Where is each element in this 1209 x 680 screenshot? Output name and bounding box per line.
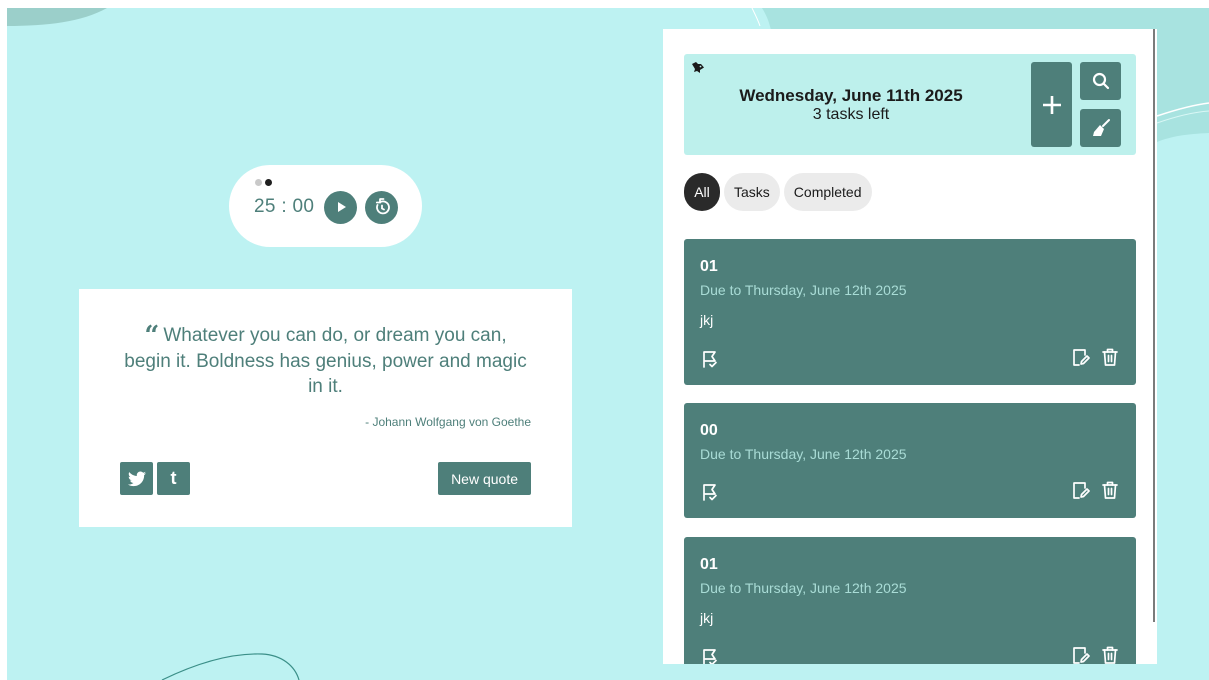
new-quote-button[interactable]: New quote xyxy=(438,462,531,495)
fish-icon xyxy=(692,62,704,73)
tasks-left-count: 3 tasks left xyxy=(812,106,890,123)
todo-header: Wednesday, June 11th 2025 3 tasks left xyxy=(684,54,1136,155)
quote-text: Whatever you can do, or dream you can, b… xyxy=(124,325,527,397)
app-background: 25 : 00 “Whatever you can do, or dream y… xyxy=(7,8,1209,680)
filter-tabs: All Tasks Completed xyxy=(684,173,872,211)
task-due-date: Due to Thursday, June 12th 2025 xyxy=(700,282,907,298)
session-dots xyxy=(255,179,272,186)
task-due-date: Due to Thursday, June 12th 2025 xyxy=(700,446,907,462)
trash-icon[interactable] xyxy=(1100,347,1120,367)
task-description: jkj xyxy=(700,610,714,626)
tumblr-button[interactable]: t xyxy=(157,462,190,495)
quote-block: “Whatever you can do, or dream you can, … xyxy=(119,323,532,399)
plus-icon xyxy=(1042,95,1061,114)
current-date: Wednesday, June 11th 2025 xyxy=(739,86,963,105)
search-button[interactable] xyxy=(1080,62,1121,100)
tweet-button[interactable] xyxy=(120,462,153,495)
play-icon xyxy=(337,202,346,212)
task-due-date: Due to Thursday, June 12th 2025 xyxy=(700,580,907,596)
flag-check-icon[interactable] xyxy=(700,647,720,664)
reset-timer-icon xyxy=(375,198,390,215)
task-description: jkj xyxy=(700,312,714,328)
quote-mark-icon: “ xyxy=(144,321,160,351)
task-card: 01 Due to Thursday, June 12th 2025 jkj xyxy=(684,537,1136,664)
trash-icon[interactable] xyxy=(1100,645,1120,664)
flag-check-icon[interactable] xyxy=(700,349,720,369)
edit-icon[interactable] xyxy=(1070,347,1090,367)
task-card: 00 Due to Thursday, June 12th 2025 xyxy=(684,403,1136,518)
pomodoro-timer: 25 : 00 xyxy=(229,165,422,247)
trash-icon[interactable] xyxy=(1100,480,1120,500)
tumblr-icon: t xyxy=(170,468,177,488)
twitter-icon xyxy=(127,471,146,486)
search-icon xyxy=(1092,72,1109,90)
reset-timer-button[interactable] xyxy=(365,190,399,224)
flag-check-icon[interactable] xyxy=(700,482,720,502)
filter-all[interactable]: All xyxy=(684,173,720,211)
add-task-button[interactable] xyxy=(1031,62,1072,147)
timer-display: 25 : 00 xyxy=(254,196,315,217)
filter-completed[interactable]: Completed xyxy=(783,173,872,211)
filter-tasks[interactable]: Tasks xyxy=(724,173,780,211)
edit-icon[interactable] xyxy=(1070,645,1090,664)
task-title: 01 xyxy=(700,556,718,573)
quote-card: “Whatever you can do, or dream you can, … xyxy=(79,289,572,527)
broom-icon xyxy=(1092,119,1110,136)
session-dot-active xyxy=(265,179,272,186)
todo-panel: Wednesday, June 11th 2025 3 tasks left A… xyxy=(663,29,1157,664)
task-card: 01 Due to Thursday, June 12th 2025 jkj xyxy=(684,239,1136,385)
session-dot xyxy=(255,179,262,186)
edit-icon[interactable] xyxy=(1070,480,1090,500)
clear-completed-button[interactable] xyxy=(1080,109,1121,147)
play-button[interactable] xyxy=(324,190,358,224)
scrollbar[interactable] xyxy=(1153,29,1155,622)
task-title: 01 xyxy=(700,258,718,275)
task-title: 00 xyxy=(700,422,718,439)
quote-author: - Johann Wolfgang von Goethe xyxy=(365,415,531,429)
